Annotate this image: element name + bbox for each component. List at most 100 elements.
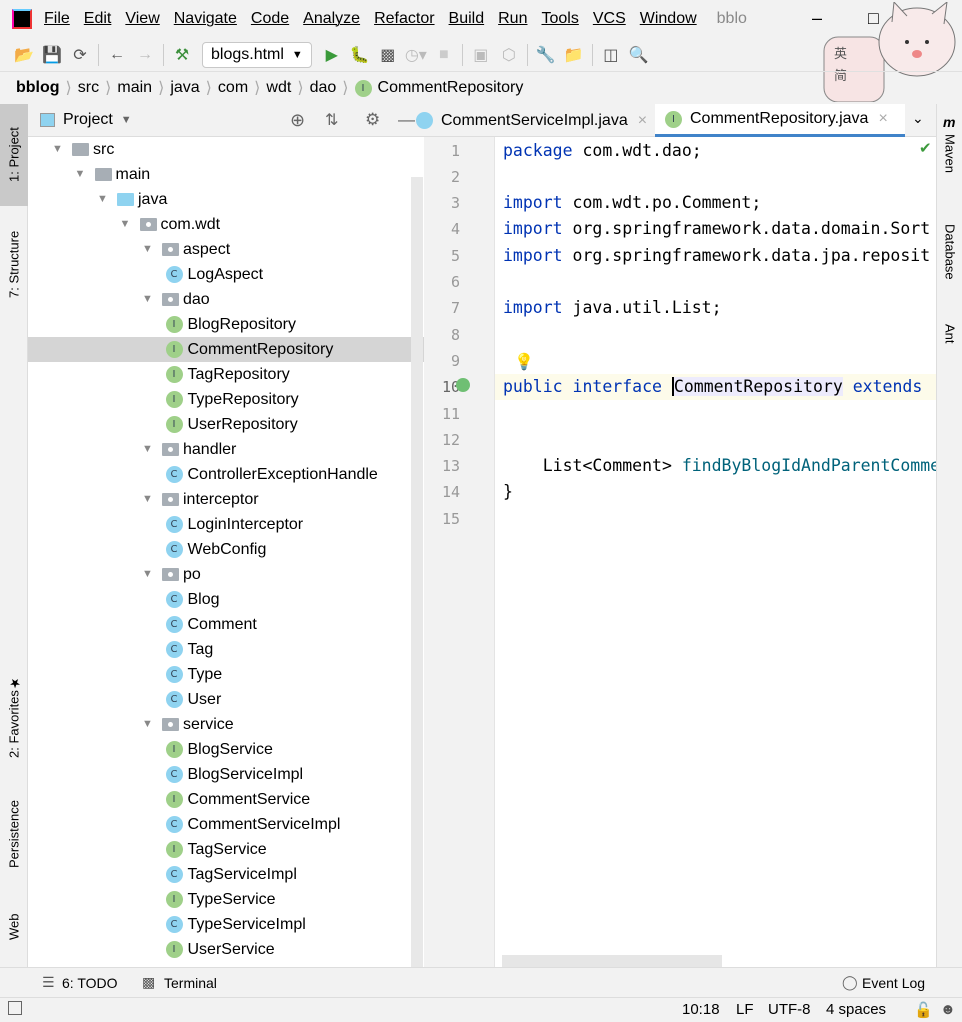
todo-tool-button[interactable]: 6: TODO [62,975,118,991]
menu-file[interactable]: File [44,10,70,28]
tool-tab-ant[interactable]: Ant [937,324,962,354]
menu-window[interactable]: Window [640,10,697,28]
menu-edit[interactable]: Edit [84,10,112,28]
presentation-icon[interactable]: ◫ [597,45,625,65]
breadcrumb-item[interactable]: com [218,79,248,97]
hide-icon[interactable]: — [398,110,415,130]
tree-item[interactable]: C Comment [28,612,424,637]
tree-item[interactable]: ▼ aspect [28,237,424,262]
gear-icon[interactable]: ⚙ [365,110,380,130]
expand-arrow-icon[interactable]: ▼ [142,237,153,262]
minimize-button[interactable]: – [812,8,822,29]
collapse-all-icon[interactable]: ⇅ [325,110,338,130]
breadcrumb-item[interactable]: CommentRepository [378,79,524,97]
menu-run[interactable]: Run [498,10,527,28]
code-line[interactable]: import com.wdt.po.Comment; [503,190,761,216]
save-icon[interactable]: 💾 [38,45,66,65]
menu-navigate[interactable]: Navigate [174,10,237,28]
tree-item[interactable]: I TagService [28,837,424,862]
tree-item[interactable]: ▼ src [28,137,424,162]
coverage-icon[interactable]: ▩ [374,45,402,65]
expand-arrow-icon[interactable]: ▼ [142,487,153,512]
tree-item[interactable]: ▼ service [28,712,424,737]
menu-view[interactable]: View [125,10,159,28]
project-tree-scrollbar[interactable] [411,177,423,967]
event-log-button[interactable]: Event Log [862,975,925,991]
tree-item[interactable]: ▼ java [28,187,424,212]
code-line[interactable]: package com.wdt.dao; [503,138,702,164]
menu-code[interactable]: Code [251,10,289,28]
menu-refactor[interactable]: Refactor [374,10,434,28]
open-folder-icon[interactable]: 📂 [10,45,38,65]
run-config-select[interactable]: blogs.html ▼ [202,41,312,68]
tree-item[interactable]: I TagRepository [28,362,424,387]
tree-item[interactable]: C ControllerExceptionHandle [28,462,424,487]
tab-comment-service-impl[interactable]: CommentServiceImpl.java × [416,104,655,137]
tree-item[interactable]: C Blog [28,587,424,612]
tree-item[interactable]: C TypeServiceImpl [28,912,424,937]
tree-item[interactable]: C CommentServiceImpl [28,812,424,837]
tool-tab-maven[interactable]: Maven [937,134,962,184]
attach-icon[interactable]: ▣ [467,45,495,65]
breadcrumb-item[interactable]: src [78,79,99,97]
breadcrumb-item[interactable]: dao [310,79,337,97]
locate-icon[interactable]: ⊕ [290,110,305,131]
tree-item[interactable]: C WebConfig [28,537,424,562]
expand-arrow-icon[interactable]: ▼ [142,712,153,737]
deploy-icon[interactable]: ⬡ [495,45,523,65]
chevron-down-icon[interactable]: ▼ [121,114,132,126]
cursor-position[interactable]: 10:18 [682,1001,720,1018]
tree-item[interactable]: ▼ com.wdt [28,212,424,237]
tree-item[interactable]: ▼ main [28,162,424,187]
expand-arrow-icon[interactable]: ▼ [142,287,153,312]
expand-arrow-icon[interactable]: ▼ [97,187,108,212]
expand-arrow-icon[interactable]: ▼ [120,212,131,237]
menu-tools[interactable]: Tools [541,10,578,28]
breadcrumb-item[interactable]: java [170,79,199,97]
forward-icon[interactable]: → [131,46,159,64]
close-icon[interactable]: × [638,112,647,130]
expand-arrow-icon[interactable]: ▼ [75,162,86,187]
tree-item[interactable]: C LoginInterceptor [28,512,424,537]
inspector-icon[interactable]: ☻ [940,1001,956,1018]
project-view-select[interactable]: Project [63,111,113,129]
settings-wrench-icon[interactable]: 🔧 [532,45,560,65]
tree-item[interactable]: I UserService [28,937,424,962]
line-separator[interactable]: LF [736,1001,754,1018]
tree-item[interactable]: C Type [28,662,424,687]
tree-item[interactable]: ▼ po [28,562,424,587]
tree-item[interactable]: I UserRepository [28,412,424,437]
tab-comment-repository[interactable]: I CommentRepository.java × [655,104,905,137]
tabs-overflow-chevron-icon[interactable]: ⌄ [912,110,924,127]
close-icon[interactable]: × [878,110,887,128]
code-line[interactable]: import java.util.List; [503,295,722,321]
menu-analyze[interactable]: Analyze [303,10,360,28]
tree-item[interactable]: C User [28,687,424,712]
code-line[interactable]: import org.springframework.data.jpa.repo… [503,243,930,269]
code-editor[interactable]: 1 2 3 4 5 6 7 8 9 10 11 12 13 14 15 💡 ✔ package com.wd… [424,137,936,967]
lightbulb-icon[interactable]: 💡 [514,352,534,372]
implemented-gutter-icon[interactable] [456,378,470,392]
profile-icon[interactable]: ◷▾ [402,45,430,65]
run-icon[interactable]: ▶ [318,45,346,65]
indent-setting[interactable]: 4 spaces [826,1001,886,1018]
debug-icon[interactable]: 🐛 [346,45,374,65]
breadcrumb-item[interactable]: wdt [266,79,291,97]
tree-item[interactable]: I TypeRepository [28,387,424,412]
sync-icon[interactable]: ⟳ [66,45,94,65]
build-hammer-icon[interactable]: ⚒ [168,45,196,65]
tool-tab-project[interactable]: 1: Project [0,104,28,206]
tool-windows-toggle-icon[interactable] [8,1001,22,1015]
code-line[interactable]: public interface CommentRepository exten… [495,374,936,401]
expand-arrow-icon[interactable]: ▼ [142,562,153,587]
menu-vcs[interactable]: VCS [593,10,626,28]
file-encoding[interactable]: UTF-8 [768,1001,811,1018]
tool-tab-favorites[interactable]: 2: Favorites ★ [0,664,28,769]
tree-item[interactable]: I BlogService [28,737,424,762]
horizontal-scrollbar[interactable] [502,955,722,967]
tree-item[interactable]: C Tag [28,637,424,662]
code-line[interactable]: import org.springframework.data.domain.S… [503,216,930,242]
tree-item[interactable]: ▼ dao [28,287,424,312]
tree-item[interactable]: ▼ handler [28,437,424,462]
menu-build[interactable]: Build [449,10,485,28]
